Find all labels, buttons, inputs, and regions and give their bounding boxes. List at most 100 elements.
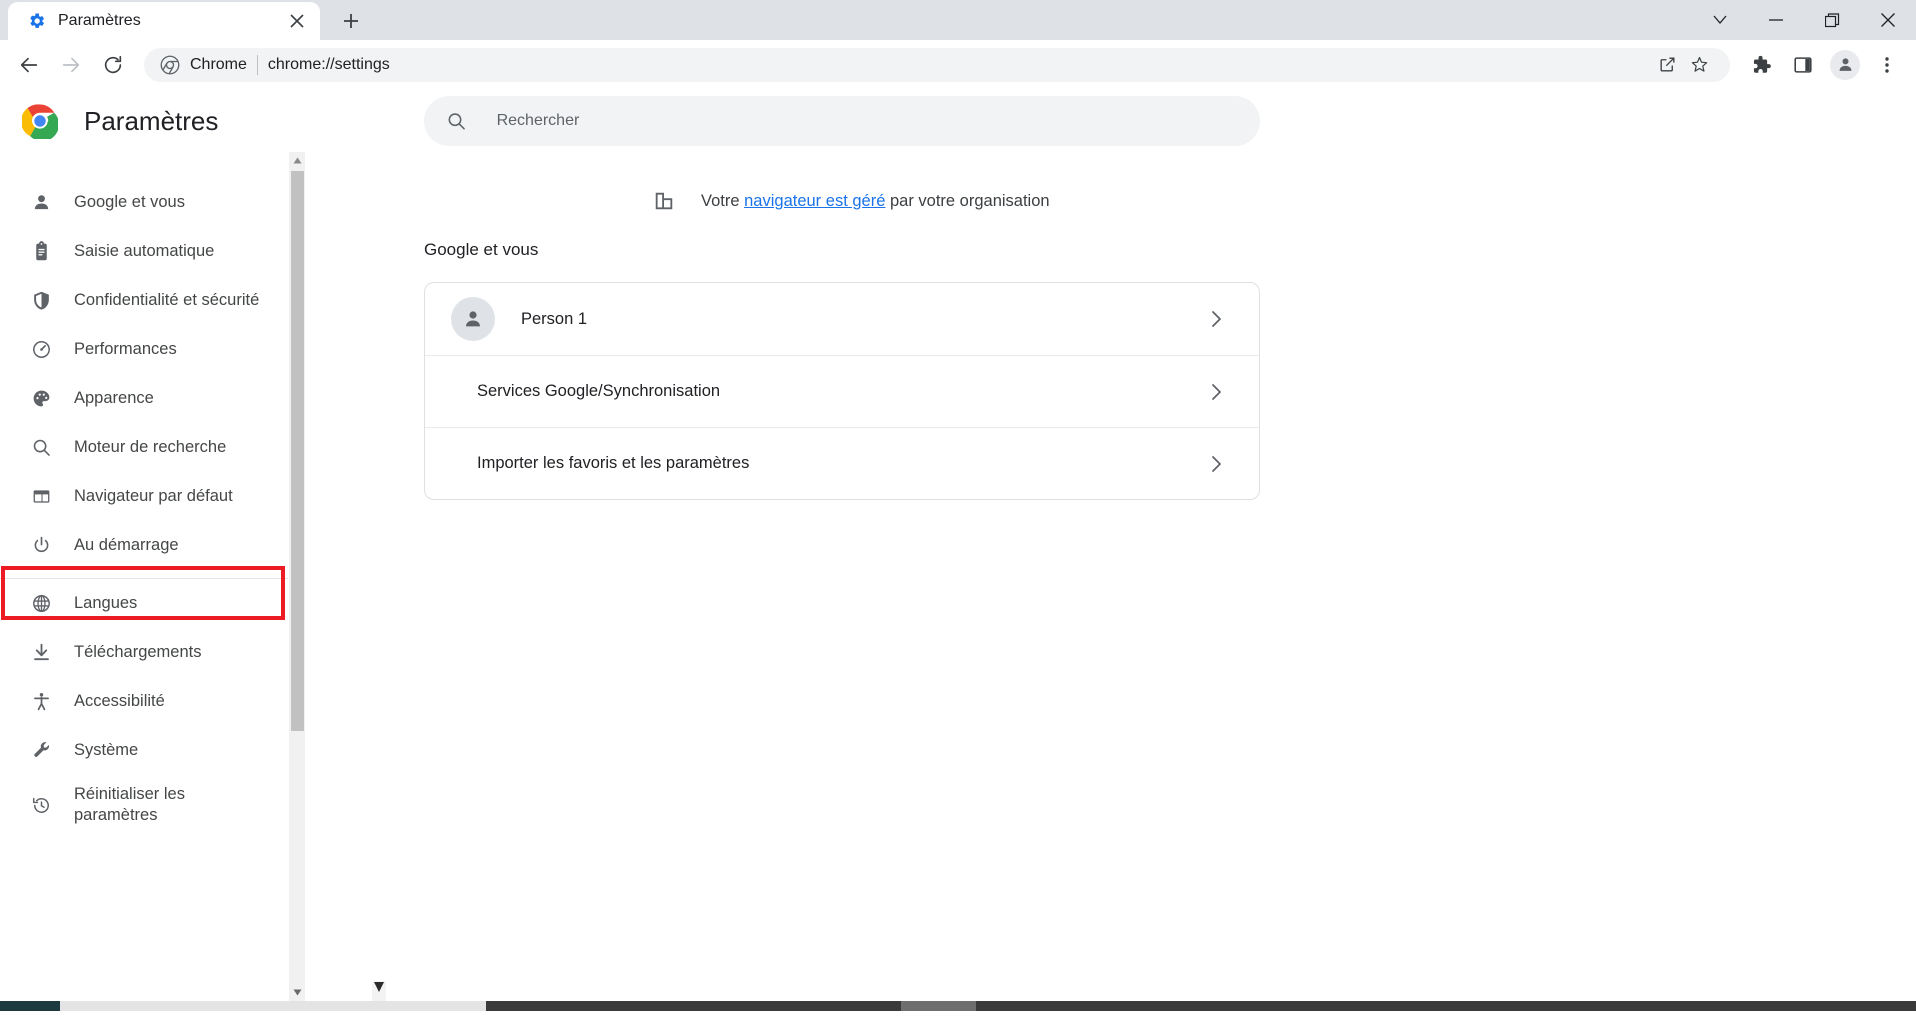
bookmark-button[interactable] (1684, 50, 1714, 80)
sidebar-item-syst-me[interactable]: Système (0, 726, 288, 775)
omnibox-url[interactable]: chrome://settings (268, 56, 1642, 74)
settings-gear-icon (28, 12, 46, 30)
settings-header: Paramètres (0, 90, 1916, 152)
os-taskbar-strip (0, 1001, 1916, 1011)
settings-sidebar-shell: Google et vous Saisie automatique Confiden… (0, 152, 305, 1001)
sidebar-item-label: Confidentialité et sécurité (74, 290, 259, 311)
sidebar-item-langues[interactable]: Langues (0, 579, 288, 628)
shield-icon (30, 290, 52, 312)
card-row-label: Services Google/Synchronisation (451, 382, 1207, 401)
taskbar-light-segment (60, 1001, 486, 1011)
chevron-right-icon (1207, 455, 1225, 473)
chevron-right-icon (1207, 383, 1225, 401)
share-icon (1658, 55, 1677, 74)
chrome-menu-button[interactable] (1868, 46, 1906, 84)
sidebar-item-label: Système (74, 740, 138, 761)
sidebar-item-moteur-de-recherche[interactable]: Moteur de recherche (0, 423, 288, 472)
card-row[interactable]: Services Google/Synchronisation (425, 355, 1259, 427)
profile-button[interactable] (1826, 46, 1864, 84)
scroll-up-button[interactable] (289, 152, 306, 169)
window-controls (1692, 0, 1916, 40)
tab-search-button[interactable] (1692, 0, 1748, 40)
plus-icon (342, 12, 360, 30)
search-icon (30, 437, 52, 459)
browser-toolbar: Chrome chrome://settings (0, 40, 1916, 90)
sidebar-item-saisie-automatique[interactable]: Saisie automatique (0, 227, 288, 276)
clipboard-icon (30, 241, 52, 263)
sidebar-item-google-et-vous[interactable]: Google et vous (0, 178, 288, 227)
sidebar-item-label: Accessibilité (74, 691, 165, 712)
triangle-up-icon (293, 157, 302, 164)
scroll-down-button[interactable] (289, 984, 306, 1001)
new-tab-button[interactable] (334, 4, 368, 38)
search-input[interactable] (497, 112, 1238, 130)
sidebar-item-t-l-chargements[interactable]: Téléchargements (0, 628, 288, 677)
taskbar-tail-segment (976, 1001, 1916, 1011)
sidebar-item-r-initialiser-les-param-tres[interactable]: Réinitialiser les paramètres (0, 775, 288, 835)
card-row-label: Importer les favoris et les paramètres (451, 454, 1207, 473)
sidebar-item-label: Performances (74, 339, 177, 360)
sidebar-item-navigateur-par-d-faut[interactable]: Navigateur par défaut (0, 472, 288, 521)
managed-browser-link[interactable]: navigateur est géré (744, 192, 885, 210)
card-row[interactable]: Importer les favoris et les paramètres (425, 427, 1259, 499)
extensions-button[interactable] (1742, 46, 1780, 84)
globe-icon (30, 593, 52, 615)
wrench-icon (30, 740, 52, 762)
sidebar-item-label: Réinitialiser les paramètres (74, 784, 224, 826)
star-icon (1690, 55, 1709, 74)
person-icon (1836, 55, 1855, 74)
search-icon (446, 110, 467, 132)
sidebar-scrollbar[interactable] (288, 152, 305, 1001)
mouse-cursor (372, 981, 386, 1001)
restore-icon (1825, 13, 1840, 28)
sidebar-item-label: Navigateur par défaut (74, 486, 233, 507)
settings-search-bar[interactable] (424, 96, 1260, 146)
card-row[interactable]: Person 1 (425, 283, 1259, 355)
arrow-right-icon (60, 54, 82, 76)
sidebar-item-accessibilit[interactable]: Accessibilité (0, 677, 288, 726)
sidebar-item-confidentialit-et-s-curit[interactable]: Confidentialité et sécurité (0, 276, 288, 325)
settings-page: Paramètres Google et vous Saisie automati… (0, 90, 1916, 1011)
section-title-google-et-vous: Google et vous (305, 212, 1916, 260)
sidebar-item-au-d-marrage[interactable]: Au démarrage (0, 521, 288, 570)
search-area (300, 96, 1916, 146)
settings-brand: Paramètres (0, 103, 300, 139)
forward-button[interactable] (52, 46, 90, 84)
managed-browser-notice: Votre navigateur est géré par votre orga… (305, 152, 1916, 212)
sidebar-item-label: Saisie automatique (74, 241, 214, 262)
maximize-button[interactable] (1804, 0, 1860, 40)
managed-notice-prefix: Votre (701, 192, 744, 210)
close-icon (1881, 13, 1895, 27)
scrollbar-track[interactable] (289, 169, 306, 984)
speedometer-icon (30, 339, 52, 361)
tab-title: Paramètres (58, 12, 272, 30)
managed-notice-suffix: par votre organisation (885, 192, 1049, 210)
sidebar-item-label: Apparence (74, 388, 154, 409)
reload-button[interactable] (94, 46, 132, 84)
download-icon (30, 642, 52, 664)
sidebar-item-performances[interactable]: Performances (0, 325, 288, 374)
side-panel-button[interactable] (1784, 46, 1822, 84)
reload-icon (102, 54, 124, 76)
google-et-vous-card: Person 1 Services Google/Synchronisation I… (424, 282, 1260, 500)
close-window-button[interactable] (1860, 0, 1916, 40)
minimize-button[interactable] (1748, 0, 1804, 40)
chrome-logo-icon (160, 55, 180, 75)
sidebar-item-apparence[interactable]: Apparence (0, 374, 288, 423)
share-button[interactable] (1652, 50, 1682, 80)
tab-close-button[interactable] (284, 8, 310, 34)
card-row-label: Person 1 (521, 310, 1207, 329)
chrome-logo-icon (22, 103, 58, 139)
tab-parametres[interactable]: Paramètres (8, 2, 320, 40)
avatar (1830, 50, 1860, 80)
settings-sidebar: Google et vous Saisie automatique Confiden… (0, 152, 288, 1001)
back-button[interactable] (10, 46, 48, 84)
scrollbar-thumb[interactable] (291, 171, 304, 731)
address-bar[interactable]: Chrome chrome://settings (144, 48, 1730, 82)
page-title: Paramètres (84, 106, 218, 137)
settings-content: Votre navigateur est géré par votre orga… (305, 152, 1916, 1001)
taskbar-dark-segment (486, 1001, 901, 1011)
omnibox-separator (257, 55, 258, 75)
sidebar-item-label: Téléchargements (74, 642, 201, 663)
omnibox-actions (1652, 50, 1714, 80)
